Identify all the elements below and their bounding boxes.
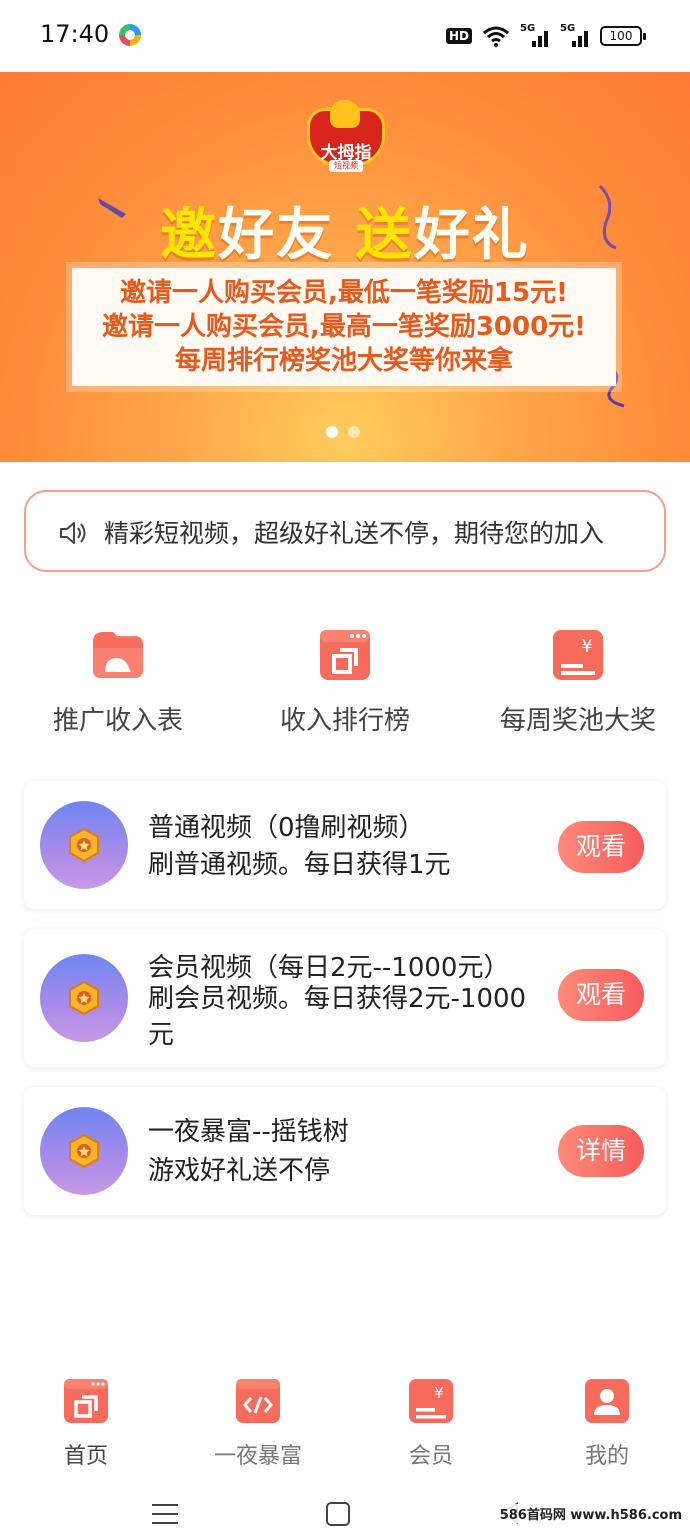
task-desc: 游戏好礼送不停 (148, 1156, 331, 1186)
system-navigation-bar: 586首码网 www.h586.com (0, 1490, 690, 1534)
wifi-icon (483, 26, 509, 47)
quick-actions: 推广收入表 收入排行榜 ¥ 每周奖池大奖 (0, 628, 690, 738)
banner-line: 每周排行榜奖池大奖等你来拿 (174, 346, 513, 376)
task-avatar (40, 954, 128, 1042)
bottom-tab-bar: 首页 一夜暴富 ¥ 会员 我的 (0, 1370, 690, 1470)
status-time: 17:40 (40, 20, 110, 48)
user-icon (585, 1379, 629, 1423)
tab-membership[interactable]: ¥ 会员 (345, 1378, 517, 1470)
carousel-dot-active[interactable] (326, 426, 338, 438)
status-icons: HD 5G 5G 100 (445, 23, 646, 48)
banner-line: 邀请一人购买会员,最高一笔奖励3000元! (101, 312, 587, 342)
quick-action-income-ranking[interactable]: 收入排行榜 (230, 628, 460, 737)
yen-card-icon: ¥ (553, 630, 603, 680)
yen-card-icon: ¥ (409, 1379, 453, 1423)
task-card[interactable]: 会员视频（每日2元--1000元） 刷会员视频。每日获得2元-1000元 观看 (24, 929, 666, 1067)
task-avatar (40, 801, 128, 889)
medal-icon (69, 980, 99, 1016)
brand-logo: 大拇指 短视频 (303, 100, 389, 172)
home-window-icon (64, 1379, 108, 1423)
watch-button[interactable]: 观看 (558, 821, 644, 873)
task-avatar (40, 1107, 128, 1195)
hd-badge: HD (445, 28, 472, 44)
window-copy-icon (320, 630, 370, 680)
medal-icon (69, 1133, 99, 1169)
carousel-dot[interactable] (348, 426, 360, 438)
signal-icon: 5G (520, 23, 550, 47)
carousel-indicator[interactable] (326, 426, 360, 438)
task-desc: 刷普通视频。每日获得1元 (148, 850, 451, 880)
svg-text:¥: ¥ (581, 636, 592, 657)
menu-icon[interactable] (152, 1504, 178, 1526)
thumb-icon (330, 100, 360, 128)
watermark: 586首码网 www.h586.com (497, 1504, 684, 1523)
status-bar: 17:40 HD 5G 5G 100 (0, 0, 690, 72)
home-icon[interactable] (326, 1502, 350, 1526)
speaker-icon (60, 522, 86, 544)
notice-marquee[interactable]: 精彩短视频，超级好礼送不停，期待您的加入 (24, 490, 666, 572)
banner-line: 邀请一人购买会员,最低一笔奖励15元! (120, 278, 568, 308)
svg-text:¥: ¥ (434, 1384, 444, 1402)
promo-banner[interactable]: 大拇指 短视频 邀好友 送好礼 邀请一人购买会员,最低一笔奖励15元! 邀请一人… (0, 72, 690, 462)
code-icon (236, 1379, 280, 1423)
folder-image-icon (93, 632, 143, 678)
task-card[interactable]: 普通视频（0撸刷视频） 刷普通视频。每日获得1元 观看 (24, 781, 666, 909)
medal-icon (69, 827, 99, 863)
app-notification-icon (119, 24, 141, 46)
details-button[interactable]: 详情 (558, 1125, 644, 1177)
banner-headline: 邀好友 送好礼 (160, 203, 530, 268)
task-title: 一夜暴富--摇钱树 (148, 1117, 349, 1147)
banner-info-card: 邀请一人购买会员,最低一笔奖励15元! 邀请一人购买会员,最高一笔奖励3000元… (72, 268, 616, 386)
watch-button[interactable]: 观看 (558, 969, 644, 1021)
notice-text: 精彩短视频，超级好礼送不停，期待您的加入 (104, 519, 605, 548)
quick-action-promo-income[interactable]: 推广收入表 (3, 628, 233, 737)
tab-get-rich[interactable]: 一夜暴富 (172, 1378, 344, 1470)
signal-icon: 5G (560, 23, 590, 47)
tab-home[interactable]: 首页 (0, 1378, 172, 1470)
task-card[interactable]: 一夜暴富--摇钱树 游戏好礼送不停 详情 (24, 1087, 666, 1215)
quick-action-weekly-prize[interactable]: ¥ 每周奖池大奖 (463, 628, 690, 737)
tab-profile[interactable]: 我的 (521, 1378, 690, 1470)
task-title: 会员视频（每日2元--1000元） (148, 953, 510, 983)
battery-icon: 100 (600, 26, 646, 46)
task-title: 普通视频（0撸刷视频） (148, 813, 425, 843)
task-desc: 刷会员视频。每日获得2元-1000元 (148, 984, 527, 1050)
